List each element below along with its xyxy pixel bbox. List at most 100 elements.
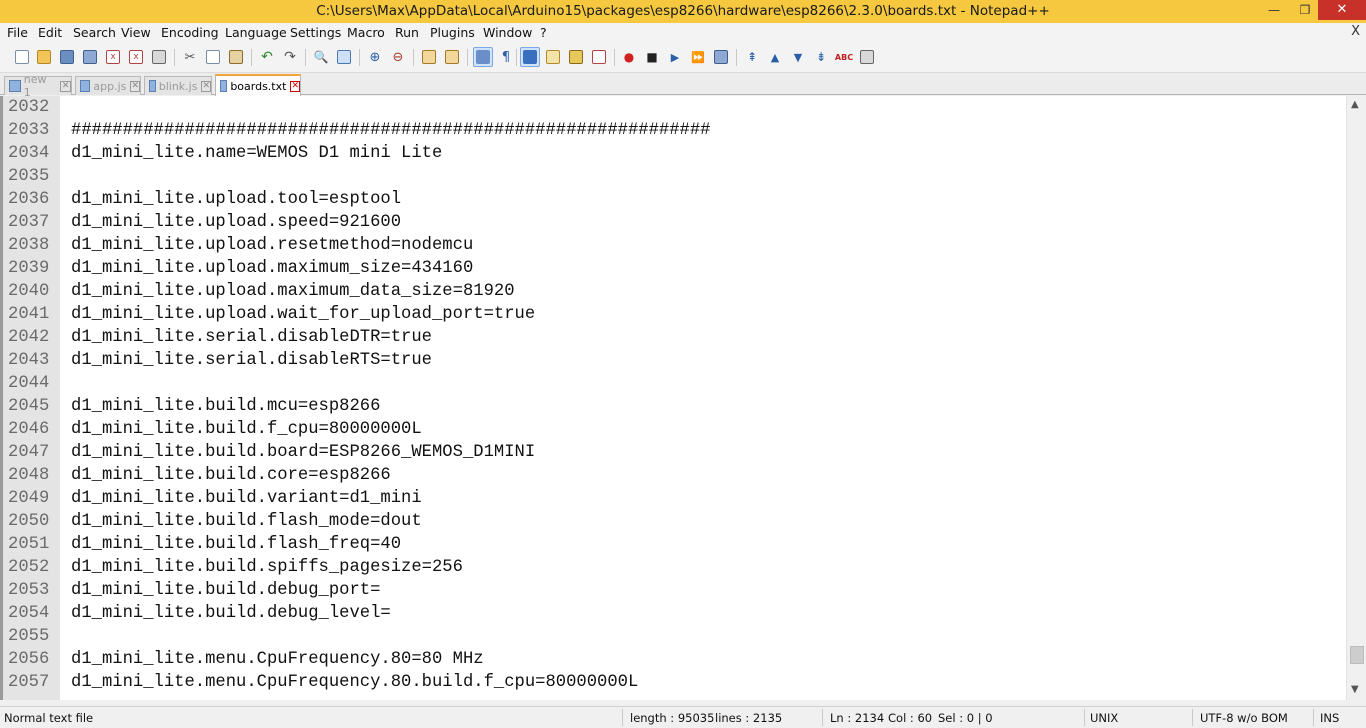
menu-edit[interactable]: Edit (38, 25, 62, 40)
find-icon[interactable]: 🔍 (311, 47, 331, 67)
save-all-icon[interactable] (80, 47, 100, 67)
code-line[interactable]: 2052 d1_mini_lite.build.spiffs_pagesize=2… (3, 556, 1343, 579)
menu-help[interactable]: ? (540, 25, 547, 40)
code-line[interactable]: 2040 d1_mini_lite.upload.maximum_data_siz… (3, 280, 1343, 303)
cut-icon[interactable]: ✂ (180, 47, 200, 67)
arrow-down-icon[interactable]: ▼ (788, 47, 808, 67)
jump-up-icon[interactable]: ⇞ (742, 47, 762, 67)
scroll-up-icon[interactable]: ▲ (1351, 99, 1359, 110)
code-line[interactable]: 2035 (3, 165, 1343, 188)
print-icon[interactable] (149, 47, 169, 67)
maximize-button[interactable]: ❐ (1292, 0, 1318, 20)
menu-search[interactable]: Search (73, 25, 116, 40)
code-line[interactable]: 2044 (3, 372, 1343, 395)
user-defined-language-icon[interactable] (543, 47, 563, 67)
code-line[interactable]: 2039 d1_mini_lite.upload.maximum_size=434… (3, 257, 1343, 280)
code-line[interactable]: 2055 (3, 625, 1343, 648)
open-file-icon[interactable] (34, 47, 54, 67)
tab-close-icon[interactable]: ✕ (290, 80, 300, 92)
function-list-icon[interactable] (589, 47, 609, 67)
code-line[interactable]: 2048 d1_mini_lite.build.core=esp8266 (3, 464, 1343, 487)
code-line[interactable]: 2056 d1_mini_lite.menu.CpuFrequency.80=80… (3, 648, 1343, 671)
menu-file[interactable]: File (7, 25, 28, 40)
save-icon[interactable] (57, 47, 77, 67)
code-line[interactable]: 2046 d1_mini_lite.build.f_cpu=80000000L (3, 418, 1343, 441)
tab-app-js[interactable]: app.js ✕ (75, 76, 141, 95)
close-button[interactable]: ✕ (1318, 0, 1366, 20)
line-text: d1_mini_lite.upload.wait_for_upload_port… (71, 305, 536, 324)
show-all-characters-icon[interactable]: ¶ (496, 47, 516, 67)
indent-guide-icon[interactable] (520, 47, 540, 67)
menu-plugins[interactable]: Plugins (430, 25, 475, 40)
code-line[interactable]: 2033 ####################################… (3, 119, 1343, 142)
replace-icon[interactable] (334, 47, 354, 67)
line-text: d1_mini_lite.build.f_cpu=80000000L (71, 420, 422, 439)
zoom-out-icon[interactable]: ⊖ (388, 47, 408, 67)
minimize-button[interactable]: — (1256, 0, 1292, 20)
toolbar-separator (413, 49, 414, 66)
menu-encoding[interactable]: Encoding (161, 25, 219, 40)
paste-icon[interactable] (226, 47, 246, 67)
tab-new-1[interactable]: new 1 ✕ (4, 73, 72, 99)
copy-icon[interactable] (203, 47, 223, 67)
stop-macro-icon[interactable]: ■ (642, 47, 662, 67)
scrollbar-thumb[interactable] (1350, 646, 1364, 664)
code-line[interactable]: 2042 d1_mini_lite.serial.disableDTR=true (3, 326, 1343, 349)
close-document-button[interactable]: X (1351, 24, 1360, 39)
vertical-scrollbar[interactable]: ▲ ▼ (1346, 96, 1366, 700)
tab-close-icon[interactable]: ✕ (201, 80, 211, 92)
toolbar-separator (359, 49, 360, 66)
code-line[interactable]: 2053 d1_mini_lite.build.debug_port= (3, 579, 1343, 602)
code-line[interactable]: 2038 d1_mini_lite.upload.resetmethod=node… (3, 234, 1343, 257)
code-line[interactable]: 2057 d1_mini_lite.menu.CpuFrequency.80.bu… (3, 671, 1343, 694)
code-line[interactable]: 2043 d1_mini_lite.serial.disableRTS=true (3, 349, 1343, 372)
code-line[interactable]: 2050 d1_mini_lite.build.flash_mode=dout (3, 510, 1343, 533)
menu-macro[interactable]: Macro (347, 25, 385, 40)
record-macro-icon[interactable]: ● (619, 47, 639, 67)
window-title: C:\Users\Max\AppData\Local\Arduino15\pac… (316, 3, 1050, 19)
close-all-icon[interactable]: x (126, 47, 146, 67)
play-macro-multiple-icon[interactable]: ⏩ (688, 47, 708, 67)
code-line[interactable]: 2045 d1_mini_lite.build.mcu=esp8266 (3, 395, 1343, 418)
tab-close-icon[interactable]: ✕ (60, 80, 71, 92)
menu-window[interactable]: Window (483, 25, 532, 40)
code-line[interactable]: 2051 d1_mini_lite.build.flash_freq=40 (3, 533, 1343, 556)
code-line[interactable]: 2054 d1_mini_lite.build.debug_level= (3, 602, 1343, 625)
document-map-icon[interactable] (566, 47, 586, 67)
editor-area[interactable]: 2032 2033 ################################… (0, 96, 1366, 700)
plugin-tool-icon[interactable] (857, 47, 877, 67)
code-line[interactable]: 2049 d1_mini_lite.build.variant=d1_mini (3, 487, 1343, 510)
code-line[interactable]: 2037 d1_mini_lite.upload.speed=921600 (3, 211, 1343, 234)
spell-check-icon[interactable]: ABC (834, 47, 854, 67)
arrow-up-icon[interactable]: ▲ (765, 47, 785, 67)
tab-close-icon[interactable]: ✕ (130, 80, 140, 92)
sync-vertical-icon[interactable] (419, 47, 439, 67)
new-file-icon[interactable] (12, 47, 32, 67)
code-line[interactable]: 2047 d1_mini_lite.build.board=ESP8266_WEM… (3, 441, 1343, 464)
menu-view[interactable]: View (121, 25, 151, 40)
redo-icon[interactable]: ↷ (280, 47, 300, 67)
close-file-icon[interactable]: x (103, 47, 123, 67)
jump-down-icon[interactable]: ⇟ (811, 47, 831, 67)
scroll-down-icon[interactable]: ▼ (1351, 684, 1359, 695)
tab-blink-js[interactable]: blink.js ✕ (144, 76, 212, 95)
menu-language[interactable]: Language (225, 25, 287, 40)
menu-run[interactable]: Run (395, 25, 419, 40)
menu-settings[interactable]: Settings (290, 25, 341, 40)
zoom-in-icon[interactable]: ⊕ (365, 47, 385, 67)
code-line[interactable]: 2041 d1_mini_lite.upload.wait_for_upload_… (3, 303, 1343, 326)
line-text: d1_mini_lite.build.flash_freq=40 (71, 535, 402, 554)
sync-horizontal-icon[interactable] (442, 47, 462, 67)
code-line[interactable]: 2034 d1_mini_lite.name=WEMOS D1 mini Lite (3, 142, 1343, 165)
tab-boards-txt[interactable]: boards.txt ✕ (215, 74, 301, 96)
code-view[interactable]: 2032 2033 ################################… (3, 96, 1346, 700)
line-number: 2051 (8, 535, 50, 554)
code-line[interactable]: 2032 (3, 96, 1343, 119)
status-divider (1084, 709, 1085, 726)
undo-icon[interactable]: ↶ (257, 47, 277, 67)
file-icon (9, 80, 21, 92)
save-macro-icon[interactable] (711, 47, 731, 67)
code-line[interactable]: 2036 d1_mini_lite.upload.tool=esptool (3, 188, 1343, 211)
word-wrap-icon[interactable] (473, 47, 493, 67)
play-macro-icon[interactable]: ▶ (665, 47, 685, 67)
